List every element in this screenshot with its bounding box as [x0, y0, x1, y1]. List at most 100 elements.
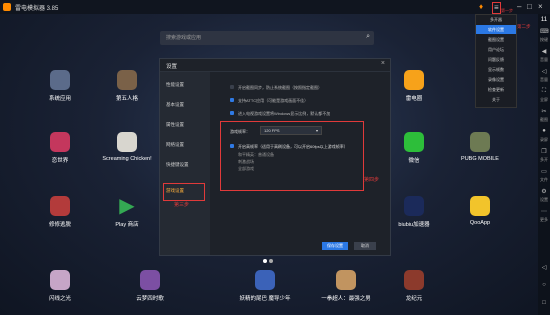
main-menu: 多开器 软件设置 截图设置 用户论坛 问题反馈 显示帧数 录像设置 检查更新 关…: [475, 14, 517, 108]
cancel-button[interactable]: 取消: [354, 242, 376, 250]
app-icon: [336, 270, 356, 290]
high-fps-game: 刺激战场: [238, 159, 254, 164]
settings-nav: 性能设置 基本设置 属性设置 网络设置 快捷键设置 游戏设置 第三步: [160, 72, 210, 255]
menu-item-multi-open[interactable]: 多开器: [476, 15, 516, 24]
fullscreen-icon[interactable]: ⛶: [540, 88, 548, 95]
app-icon: [117, 132, 137, 152]
step4-label: 第四步: [364, 177, 380, 183]
nav-performance[interactable]: 性能设置: [166, 82, 184, 88]
more-icon[interactable]: ⋯: [540, 208, 548, 215]
app-qooapp[interactable]: QooApp: [450, 196, 510, 226]
sidebar-label: 全屏: [540, 97, 548, 102]
app-wechat[interactable]: 微信: [384, 132, 444, 164]
menu-item-forum[interactable]: 用户论坛: [476, 45, 516, 54]
option-label: 进入电视游戏设置将Windows显示比例，默认都不加: [238, 111, 331, 116]
app-yunmeng[interactable]: 云梦四时歌: [120, 270, 180, 302]
menu-item-software-settings[interactable]: 软件设置: [476, 25, 516, 34]
dialog-header: 设置 ×: [160, 59, 390, 72]
option-label: 支持ATTC应用（可能是游戏画面不佳）: [238, 98, 309, 103]
menu-item-about[interactable]: 关于: [476, 95, 516, 104]
app-play-store[interactable]: ▶ Play 商店: [97, 196, 157, 228]
sidebar-label: 更多: [540, 217, 548, 222]
step3-label: 第三步: [174, 202, 190, 208]
app-fairy-tail[interactable]: 妖精的尾巴 魔导少年: [235, 270, 295, 302]
app-one-punch-man[interactable]: 一拳超人：最强之男: [316, 270, 376, 302]
keyboard-icon[interactable]: ⌨: [540, 28, 549, 35]
menu-item-check-update[interactable]: 检查更新: [476, 85, 516, 94]
menu-item-screenshot-settings[interactable]: 截图设置: [476, 35, 516, 44]
back-icon[interactable]: ◁: [540, 264, 548, 271]
menu-item-record-settings[interactable]: 录像设置: [476, 75, 516, 84]
app-biubiu[interactable]: biubiu加速器: [384, 196, 444, 228]
app-love-world[interactable]: 恋世界: [30, 132, 90, 164]
fps-select[interactable]: 120 FPS ▾: [260, 126, 322, 135]
home-icon[interactable]: ○: [540, 282, 548, 288]
sidebar-label: 文件: [540, 177, 548, 182]
menu-item-feedback[interactable]: 问题反馈: [476, 55, 516, 64]
app-dragon-era[interactable]: 龙纪元: [384, 270, 444, 302]
screenshot-icon[interactable]: ✂: [540, 108, 548, 115]
app-screaming-chicken[interactable]: Screaming Chicken!: [97, 132, 157, 162]
search-input[interactable]: 搜索游戏或应用 ⌕: [160, 31, 374, 45]
nav-properties[interactable]: 属性设置: [166, 122, 184, 128]
recents-icon[interactable]: □: [540, 300, 548, 306]
option-checkbox[interactable]: [230, 98, 234, 102]
app-pubg[interactable]: PUBG MOBILE: [450, 132, 510, 162]
app-identity-v[interactable]: 第五人格: [97, 70, 157, 102]
app-icon: [470, 132, 490, 152]
nav-network[interactable]: 网络设置: [166, 142, 184, 148]
play-store-icon: ▶: [119, 195, 135, 217]
app-flash-light[interactable]: 闪线之光: [30, 270, 90, 302]
settings-icon[interactable]: ⚙: [540, 188, 548, 195]
right-toolbar: 11 ⌨ 按键 ◀ 音量 ◁ 音量 ⛶ 全屏 ✂ 截图 ● 录屏 ❐ 多开 ▭ …: [538, 14, 550, 315]
dialog-close-icon[interactable]: ×: [381, 60, 385, 67]
menu-item-show-fps[interactable]: 显示帧数: [476, 65, 516, 74]
volume-up-icon[interactable]: ◀: [540, 48, 548, 55]
app-icon: [404, 196, 424, 216]
settings-dialog: 设置 × 性能设置 基本设置 属性设置 网络设置 快捷键设置 游戏设置 第三步 …: [159, 58, 391, 256]
sidebar-label: 多开: [540, 157, 548, 162]
high-fps-game: 全部游戏: [238, 166, 254, 171]
app-leidian-circle[interactable]: 雷电圈: [384, 70, 444, 102]
minimize-icon[interactable]: –: [517, 2, 521, 12]
page-dot[interactable]: [263, 259, 267, 263]
app-label: QooApp: [469, 220, 491, 226]
app-icon: [50, 196, 70, 216]
gift-icon[interactable]: ♦: [479, 2, 483, 12]
app-icon: [404, 270, 424, 290]
folder-icon[interactable]: ▭: [540, 168, 548, 175]
sidebar-number: 11: [540, 17, 548, 23]
app-icon: [404, 132, 424, 152]
high-fps-checkbox[interactable]: [230, 144, 234, 148]
app-label: PUBG MOBILE: [461, 156, 499, 162]
search-icon[interactable]: ⌕: [366, 33, 370, 41]
app-label: 系统应用: [48, 96, 71, 102]
record-icon[interactable]: ●: [540, 128, 548, 134]
close-icon[interactable]: ×: [538, 2, 543, 12]
app-label: biubiu加速器: [398, 222, 430, 228]
sidebar-label: 音量: [540, 77, 548, 82]
app-label: 雷电圈: [405, 96, 423, 102]
nav-basic[interactable]: 基本设置: [166, 102, 184, 108]
sidebar-label: 录屏: [540, 137, 548, 142]
app-icon: [117, 70, 137, 90]
page-dot[interactable]: [269, 259, 273, 263]
maximize-icon[interactable]: □: [527, 2, 532, 12]
multi-instance-icon[interactable]: ❐: [540, 148, 548, 155]
app-label: 微信: [408, 158, 420, 164]
app-label: 妖精的尾巴 魔导少年: [239, 296, 291, 302]
app-system[interactable]: 系统应用: [30, 70, 90, 102]
app-escape[interactable]: 修修逃脱: [30, 196, 90, 228]
fps-label: 游戏帧率：: [230, 129, 250, 134]
fps-value: 120 FPS: [264, 128, 280, 133]
option-checkbox[interactable]: [230, 111, 234, 115]
save-button[interactable]: 保存设置: [322, 242, 348, 250]
app-icon: [470, 196, 490, 216]
sidebar-label: 设置: [540, 197, 548, 202]
option-label: 开启截图同步，防止系统截图（按照指定截图）: [238, 85, 322, 90]
volume-down-icon[interactable]: ◁: [540, 68, 548, 75]
menu-icon[interactable]: ≡: [492, 2, 501, 14]
option-checkbox[interactable]: [230, 85, 234, 89]
dialog-title: 设置: [166, 64, 178, 70]
nav-shortcuts[interactable]: 快捷键设置: [166, 162, 189, 168]
